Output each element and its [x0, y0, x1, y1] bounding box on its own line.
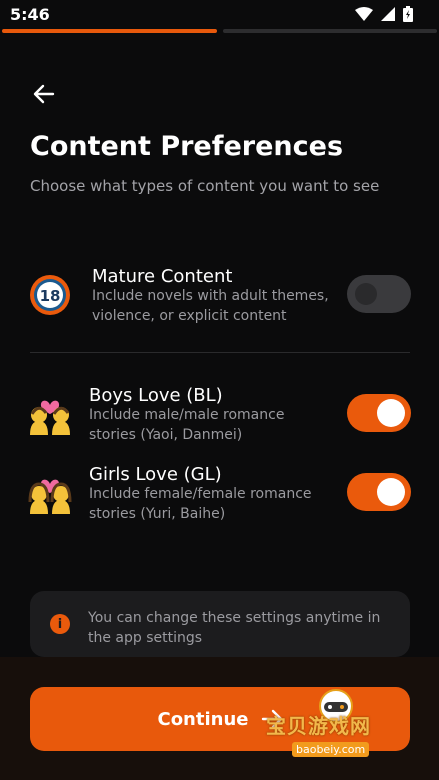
option-label: Girls Love (GL)	[89, 464, 222, 485]
option-label: Mature Content	[92, 266, 233, 287]
continue-label: Continue	[157, 708, 249, 730]
watermark-url: baobeiy.com	[292, 742, 370, 757]
age-18-icon-text: 18	[40, 287, 61, 305]
option-girls-love: Girls Love (GL) Include female/female ro…	[28, 464, 411, 524]
age-18-icon: 18	[28, 273, 72, 321]
option-mature-content: 18 Mature Content Include novels with ad…	[28, 266, 411, 326]
info-icon: i	[50, 614, 70, 634]
battery-icon	[403, 6, 413, 22]
page-subtitle: Choose what types of content you want to…	[30, 177, 380, 195]
couple-heart-icon	[28, 393, 72, 439]
info-card: i You can change these settings anytime …	[30, 591, 410, 657]
boys-love-toggle[interactable]	[347, 394, 411, 432]
couple-heart-icon	[28, 472, 72, 518]
watermark-text: 宝贝游戏网	[266, 714, 371, 738]
option-description: Include male/male romance stories (Yaoi,…	[89, 407, 285, 443]
option-description: Include female/female romance stories (Y…	[89, 486, 312, 522]
progress-step-1	[2, 29, 217, 33]
option-description: Include novels with adult themes, violen…	[92, 288, 329, 324]
girls-love-toggle[interactable]	[347, 473, 411, 511]
progress-step-2	[222, 29, 437, 33]
signal-icon	[381, 7, 395, 21]
mature-content-toggle[interactable]	[347, 275, 411, 313]
arrow-left-icon	[33, 84, 55, 104]
status-bar: 5:46	[0, 0, 439, 30]
divider	[30, 352, 410, 353]
option-boys-love: Boys Love (BL) Include male/male romance…	[28, 385, 411, 445]
info-text: You can change these settings anytime in…	[88, 610, 381, 646]
page-title: Content Preferences	[30, 131, 344, 162]
onboarding-progress	[2, 29, 437, 33]
wifi-icon	[355, 7, 373, 21]
back-button[interactable]	[30, 80, 58, 108]
watermark: 宝贝游戏网 baobeiy.com	[262, 688, 412, 780]
status-time: 5:46	[10, 5, 50, 24]
option-label: Boys Love (BL)	[89, 385, 223, 406]
